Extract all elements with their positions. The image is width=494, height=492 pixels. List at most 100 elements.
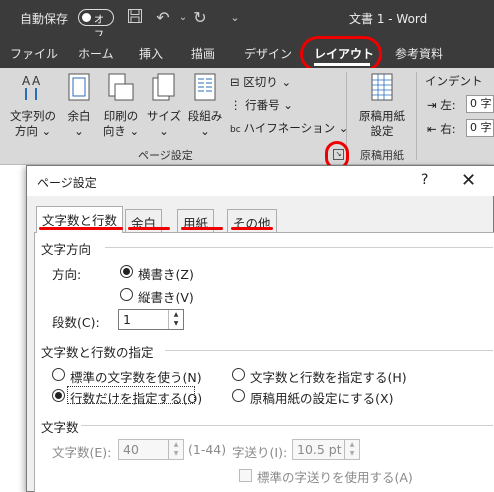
- chars-and-lines-radio[interactable]: [232, 368, 245, 381]
- breaks-icon: ⊟: [230, 75, 244, 89]
- horizontal-radio[interactable]: [120, 265, 133, 278]
- indent-left-icon: ⇥: [427, 98, 441, 112]
- annotation-circle-layout: [300, 36, 382, 72]
- up-arrow-icon[interactable]: ▲: [169, 440, 183, 449]
- annotation-underline: [231, 227, 273, 230]
- down-arrow-icon[interactable]: ▼: [169, 449, 183, 458]
- orientation-label-2: 向き ⌄: [102, 124, 140, 138]
- save-icon[interactable]: [125, 8, 145, 28]
- title-bar: 自動保存 オフ ↶ ⌄ ↻ ⌄ 文書 1 - Word: [0, 0, 494, 41]
- chars-and-lines-label[interactable]: 文字数と行数を指定する(H): [250, 367, 407, 386]
- indent-left-label: ⇥ 左:: [427, 97, 456, 113]
- tab-panel: 文字方向 方向: 横書き(Z) 縦書き(V) 段数(C): 1 ▲ ▼ 文字数と行…: [34, 232, 494, 492]
- indent-right-text: 右:: [440, 122, 456, 136]
- indent-right-input[interactable]: 0 字: [466, 119, 494, 137]
- autosave-toggle[interactable]: オフ: [78, 9, 114, 41]
- indent-left-input[interactable]: 0 字: [466, 95, 494, 113]
- document-title: 文書 1 - Word: [349, 12, 428, 26]
- tab-design[interactable]: デザイン: [244, 45, 292, 62]
- size-icon: [144, 72, 184, 106]
- orientation-label-1: 印刷の: [103, 109, 139, 123]
- dialog-title-bar: ページ設定 ? ✕: [27, 166, 494, 196]
- up-arrow-icon[interactable]: ▲: [169, 310, 183, 319]
- text-direction-button[interactable]: AA 文字列の 方向 ⌄: [6, 72, 60, 139]
- lines-only-radio[interactable]: [52, 389, 65, 402]
- line-numbers-label: 行番号 ⌄: [245, 98, 293, 112]
- manuscript-option-label[interactable]: 原稿用紙の設定にする(X): [250, 388, 393, 407]
- manuscript-radio[interactable]: [232, 389, 245, 402]
- line-numbers-button[interactable]: ⋮ 行番号 ⌄: [230, 97, 293, 113]
- chars-count-stepper[interactable]: 40 ▲ ▼: [118, 439, 184, 460]
- horizontal-label[interactable]: 横書き(Z): [138, 264, 194, 283]
- hyphenation-button[interactable]: bc ハイフネーション ⌄: [230, 120, 348, 136]
- size-label: サイズ: [146, 109, 182, 123]
- manuscript-group-label: 原稿用紙: [360, 149, 404, 162]
- indent-label: インデント: [425, 74, 483, 88]
- manuscript-label-2: 設定: [370, 124, 394, 138]
- close-button[interactable]: ✕: [461, 170, 476, 191]
- columns-count-stepper[interactable]: 1 ▲ ▼: [118, 309, 184, 330]
- columns-button[interactable]: 段組み ⌄: [184, 72, 226, 139]
- indent-left-text: 左:: [440, 98, 456, 112]
- help-button[interactable]: ?: [421, 172, 428, 188]
- annotation-underline: [39, 227, 123, 230]
- orientation-button[interactable]: 印刷の 向き ⌄: [98, 72, 144, 139]
- ribbon-tabs: ファイル ホーム 挿入 描画 デザイン レイアウト 参考資料: [0, 36, 494, 68]
- chars-count-value: 40: [123, 442, 139, 457]
- group-separator: [416, 72, 417, 160]
- vertical-label[interactable]: 縦書き(V): [138, 287, 194, 306]
- tab-insert[interactable]: 挿入: [139, 45, 163, 62]
- breaks-label: 区切り ⌄: [243, 75, 292, 89]
- text-direction-label-2: 方向 ⌄: [14, 124, 52, 138]
- tab-references[interactable]: 参考資料: [395, 45, 443, 62]
- focus-indicator: [67, 386, 195, 404]
- tab-home[interactable]: ホーム: [78, 45, 114, 62]
- stepper-arrows[interactable]: ▲ ▼: [168, 310, 183, 329]
- hyphenation-icon: bc: [230, 125, 244, 135]
- direction-label: 方向:: [52, 267, 82, 282]
- text-direction-label-1: 文字列の: [10, 109, 56, 123]
- annotation-underline: [128, 227, 170, 230]
- section-divider: [165, 350, 493, 351]
- indent-right-icon: ⇤: [427, 122, 441, 136]
- tab-file[interactable]: ファイル: [10, 45, 58, 62]
- page-setup-dialog: ページ設定 ? ✕ 文字数と行数 余白 用紙 その他 文字方向 方向: 横書き(…: [26, 165, 494, 492]
- standard-chars-label[interactable]: 標準の文字数を使う(N): [70, 367, 202, 386]
- tab-draw[interactable]: 描画: [191, 45, 215, 62]
- up-arrow-icon[interactable]: ▲: [345, 440, 359, 449]
- customize-qat-icon[interactable]: ⌄: [225, 8, 245, 28]
- orientation-icon: [98, 72, 144, 106]
- autosave-label: 自動保存: [20, 12, 69, 26]
- columns-label: 段組み: [187, 109, 223, 123]
- page-setup-group-label: ページ設定: [138, 149, 193, 162]
- standard-chars-radio[interactable]: [52, 368, 65, 381]
- breaks-button[interactable]: ⊟ 区切り ⌄: [230, 74, 291, 90]
- stepper-arrows[interactable]: ▲ ▼: [168, 440, 183, 459]
- section-chars: 文字数: [41, 420, 79, 435]
- section-text-direction: 文字方向: [41, 242, 92, 257]
- margins-dropdown: ⌄: [74, 124, 84, 138]
- size-button[interactable]: サイズ ⌄: [144, 72, 184, 139]
- standard-pitch-label[interactable]: 標準の字送りを使用する(A): [257, 467, 413, 486]
- standard-pitch-checkbox[interactable]: [239, 469, 252, 482]
- margins-button[interactable]: 余白 ⌄: [62, 72, 96, 139]
- margins-label: 余白: [67, 109, 91, 123]
- columns-count-value: 1: [123, 312, 131, 327]
- manuscript-settings-button[interactable]: 原稿用紙 設定: [352, 72, 412, 139]
- redo-icon[interactable]: ↻: [190, 8, 210, 28]
- toggle-knob: [82, 13, 91, 22]
- text-direction-icon: AA: [6, 72, 60, 106]
- ribbon: AA 文字列の 方向 ⌄ 余白 ⌄ 印刷の 向き ⌄ サイズ ⌄ 段組み ⌄ ⊟…: [0, 68, 494, 165]
- stepper-arrows[interactable]: ▲ ▼: [344, 440, 359, 459]
- pitch-stepper[interactable]: 10.5 pt ▲ ▼: [292, 439, 360, 460]
- manuscript-icon: [352, 72, 412, 106]
- down-arrow-icon[interactable]: ▼: [345, 449, 359, 458]
- columns-count-label: 段数(C):: [52, 315, 100, 330]
- size-dropdown: ⌄: [159, 124, 169, 138]
- down-arrow-icon[interactable]: ▼: [169, 319, 183, 328]
- section-divider: [81, 425, 493, 426]
- undo-icon[interactable]: ↶: [153, 8, 173, 28]
- margins-icon: [62, 72, 96, 106]
- vertical-radio[interactable]: [120, 288, 133, 301]
- line-numbers-icon: ⋮: [230, 98, 246, 112]
